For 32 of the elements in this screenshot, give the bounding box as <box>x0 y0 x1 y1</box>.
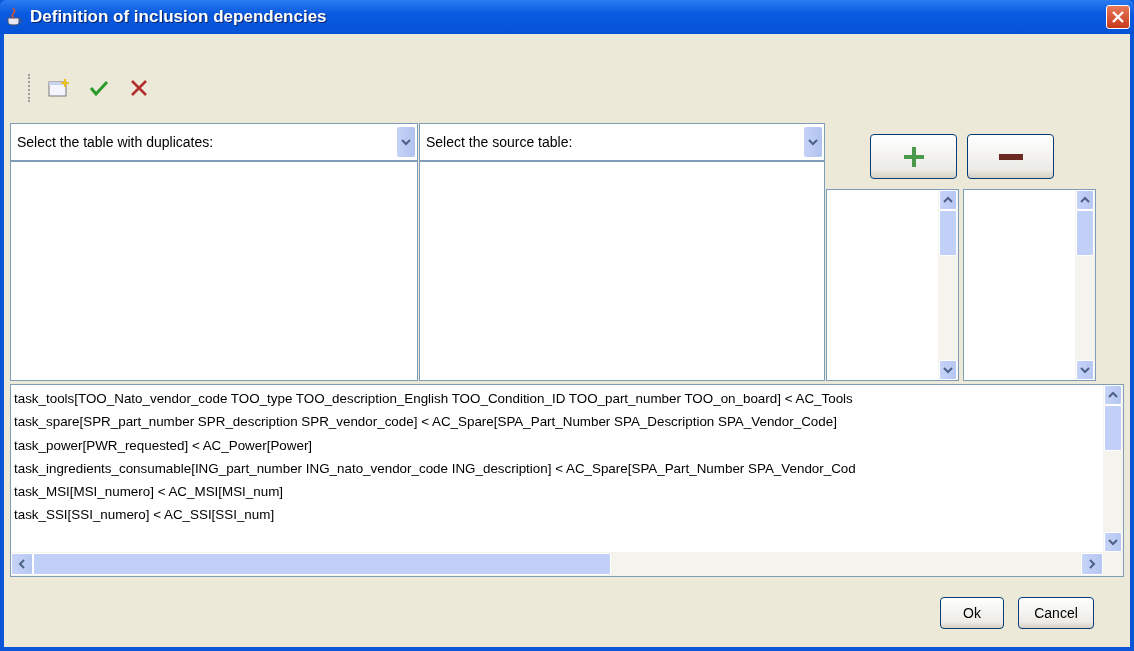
add-button[interactable] <box>870 134 957 179</box>
table-dropdown[interactable]: Select the source table: <box>420 124 824 162</box>
scrollbar-thumb[interactable] <box>1104 405 1122 451</box>
dependency-line: task_spare[SPR_part_number SPR_description SPR_vendor_code] < AC_Spare[SPA_Part_Number SPA_Description SPA_Vendor_Code] <box>14 413 838 432</box>
coffee-cup-icon <box>6 7 24 27</box>
dependency-line: task_ingredients_consumable[ING_part_number ING_nato_vendor_code ING_description] < AC_Spare[SPA_Part_Number SPA_Vendor_Cod <box>14 459 857 478</box>
close-button[interactable] <box>1106 5 1130 29</box>
vertical-scrollbar[interactable] <box>1075 190 1095 380</box>
horizontal-scrollbar[interactable] <box>11 552 1123 576</box>
dependency-line: task_tools[TOO_Nato_vendor_code TOO_type TOO_description_English TOO_Condition_ID TOO_part_number TOO_on_board] < AC_Tools <box>14 390 854 408</box>
scrollbar-thumb[interactable] <box>33 553 611 575</box>
close-icon <box>1111 10 1125 24</box>
plus-icon <box>902 145 925 168</box>
vertical-scrollbar[interactable] <box>938 190 958 380</box>
table-dropdown[interactable]: Select the table with duplicates: <box>11 124 417 162</box>
ok-button[interactable]: Ok <box>940 597 1004 629</box>
checkmark-icon <box>89 79 109 97</box>
scrollbar-thumb[interactable] <box>1076 210 1094 256</box>
scrollbar-thumb[interactable] <box>939 210 957 256</box>
selected-list[interactable] <box>963 189 1096 381</box>
vertical-scrollbar[interactable] <box>1103 385 1123 552</box>
dependency-line: task_power[PWR_requested] < AC_Power[Power] <box>14 436 314 455</box>
dependency-line: task_SSI[SSI_numero] < AC_SSI[SSI_num] <box>14 506 276 525</box>
selected-list[interactable] <box>826 189 959 381</box>
close-icon <box>130 79 148 97</box>
cancel-button[interactable]: Cancel <box>1018 597 1094 629</box>
dependency-line: task_MSI[MSI_numero] < AC_MSI[MSI_num] <box>14 483 285 502</box>
remove-button[interactable] <box>967 134 1054 179</box>
dependencies-text-area[interactable] <box>10 384 1124 577</box>
window-title: Definition of inclusion dependencies <box>30 7 328 27</box>
new-window-icon <box>48 78 70 98</box>
minus-icon <box>998 153 1023 160</box>
